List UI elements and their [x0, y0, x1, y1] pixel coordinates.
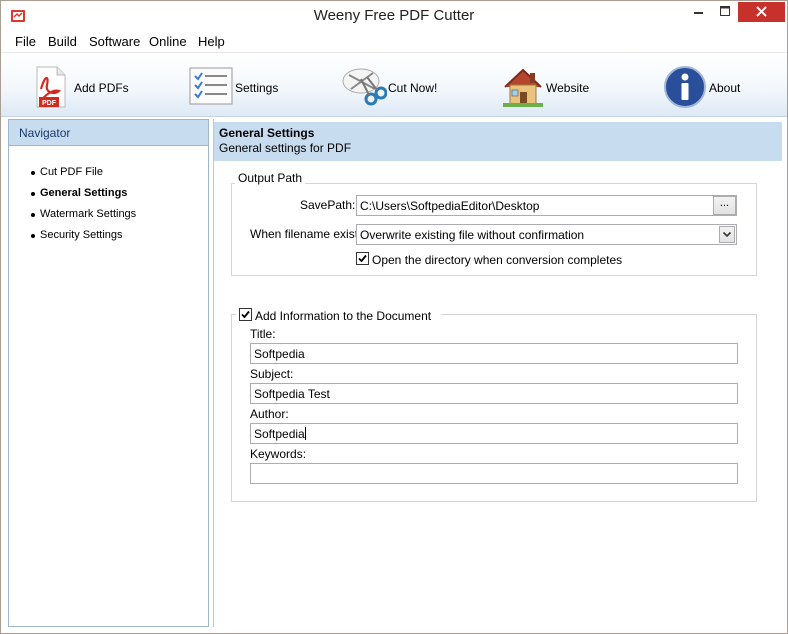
savepath-label: SavePath: — [300, 198, 356, 212]
pdf-file-icon: PDF — [31, 65, 75, 109]
menu-online[interactable]: Online — [149, 34, 187, 49]
add-pdfs-label: Add PDFs — [74, 81, 129, 95]
navigator-list: Cut PDF File General Settings Watermark … — [9, 166, 136, 250]
menu-build[interactable]: Build — [48, 34, 77, 49]
subject-label: Subject: — [250, 367, 294, 381]
settings-panel: General Settings General settings for PD… — [213, 119, 783, 627]
open-directory-label: Open the directory when conversion compl… — [372, 253, 623, 267]
checkmark-icon — [241, 310, 250, 319]
navigator-panel: Navigator Cut PDF File General Settings … — [8, 119, 209, 627]
open-directory-checkbox[interactable] — [356, 252, 369, 265]
author-input[interactable]: Softpedia — [250, 423, 738, 444]
keywords-label: Keywords: — [250, 447, 307, 461]
filename-exist-label: When filename exist: — [250, 227, 362, 241]
menu-software[interactable]: Software — [89, 34, 140, 49]
author-label: Author: — [250, 407, 289, 421]
filename-exist-dropdown-button[interactable] — [719, 226, 735, 243]
nav-item-cut-pdf-file[interactable]: Cut PDF File — [9, 166, 136, 187]
menu-bar: File Build Software Online Help — [1, 31, 787, 52]
add-pdfs-button[interactable]: PDF Add PDFs — [29, 53, 139, 117]
settings-button[interactable]: Settings — [187, 53, 287, 117]
maximize-button[interactable] — [712, 2, 738, 22]
settings-label: Settings — [235, 81, 279, 95]
title-input[interactable]: Softpedia — [250, 343, 738, 364]
nav-item-security-settings[interactable]: Security Settings — [9, 229, 136, 250]
website-label: Website — [546, 81, 590, 95]
author-value: Softpedia — [254, 427, 305, 441]
website-button[interactable]: Website — [501, 53, 611, 117]
title-label: Title: — [250, 327, 276, 341]
cut-now-label: Cut Now! — [388, 81, 438, 95]
nav-item-general-settings[interactable]: General Settings — [9, 187, 136, 208]
panel-title: General Settings — [219, 126, 315, 140]
svg-text:PDF: PDF — [42, 100, 57, 107]
about-label: About — [709, 81, 741, 95]
panel-header: General Settings General settings for PD… — [214, 122, 782, 161]
menu-file[interactable]: File — [15, 34, 36, 49]
nav-item-watermark-settings[interactable]: Watermark Settings — [9, 208, 136, 229]
chevron-down-icon — [722, 231, 732, 238]
checkmark-icon — [358, 254, 367, 263]
title-bar: Weeny Free PDF Cutter — [1, 1, 787, 31]
add-info-label: Add Information to the Document — [255, 309, 432, 323]
cut-now-button[interactable]: Cut Now! — [341, 53, 451, 117]
minimize-button[interactable] — [685, 2, 712, 22]
window-title: Weeny Free PDF Cutter — [313, 7, 475, 24]
close-button[interactable] — [738, 2, 785, 22]
info-icon — [663, 65, 707, 109]
toolbar: PDF Add PDFs Settings Cut Now! Website A… — [1, 52, 787, 117]
filename-exist-select[interactable]: Overwrite existing file without confirma… — [356, 224, 737, 245]
scissors-icon — [341, 65, 388, 109]
about-button[interactable]: About — [663, 53, 763, 117]
menu-help[interactable]: Help — [198, 34, 225, 49]
subject-input[interactable]: Softpedia Test — [250, 383, 738, 404]
text-caret — [304, 427, 306, 440]
keywords-input[interactable] — [250, 463, 738, 484]
savepath-input[interactable]: C:\Users\SoftpediaEditor\Desktop — [356, 195, 737, 216]
app-window: Weeny Free PDF Cutter File Build Softwar… — [0, 0, 788, 634]
panel-subtitle: General settings for PDF — [219, 141, 352, 155]
add-info-checkbox[interactable] — [239, 308, 252, 321]
checklist-icon — [189, 67, 233, 111]
house-icon — [501, 65, 545, 109]
browse-button[interactable]: ... — [713, 196, 736, 215]
navigator-title: Navigator — [9, 120, 208, 146]
output-path-legend: Output Path — [235, 171, 306, 185]
